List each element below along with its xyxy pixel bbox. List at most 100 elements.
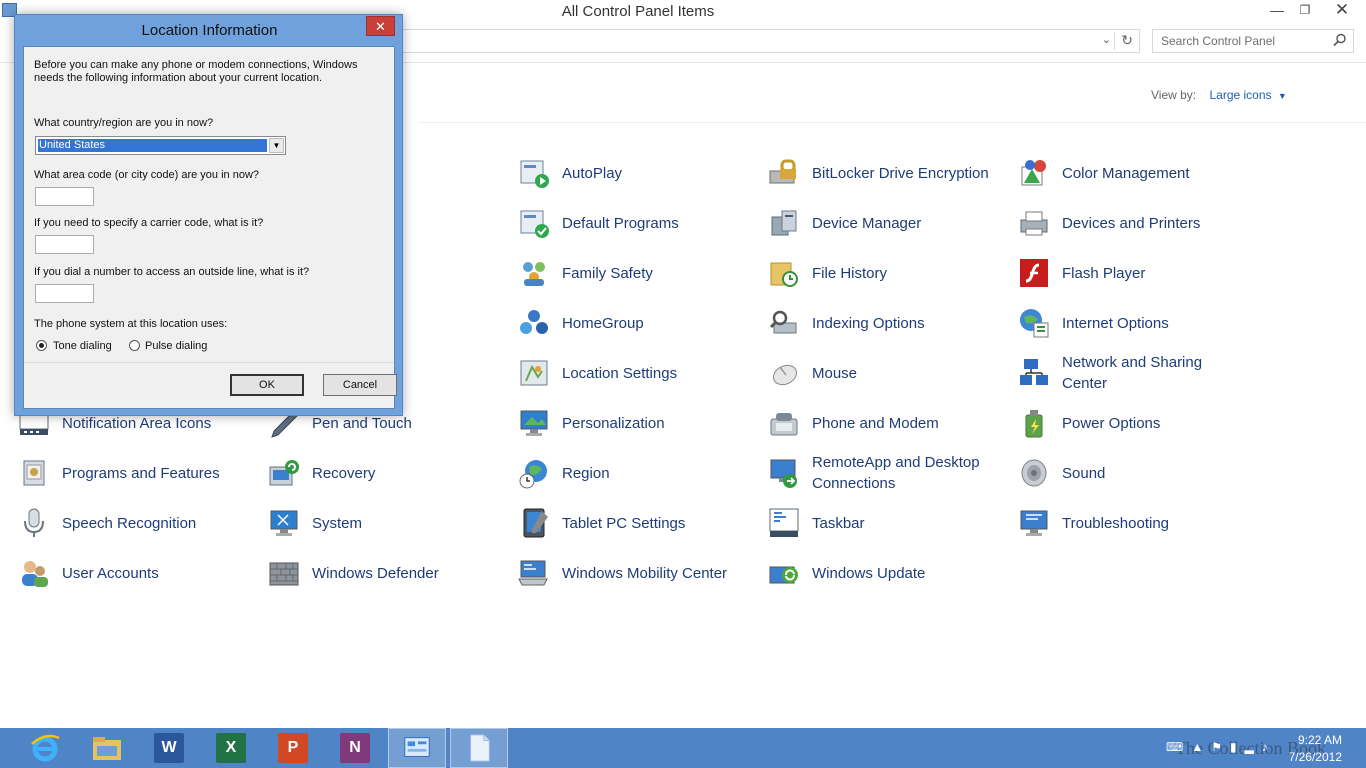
taskbar-file-explorer[interactable] [78,728,136,768]
control-panel-item-device-manager[interactable]: Device Manager [750,199,1000,247]
address-divider [1114,32,1115,50]
country-select[interactable]: United States ▼ [35,136,286,155]
item-label[interactable]: Network and Sharing Center [1062,352,1247,394]
control-panel-item-family-safety[interactable]: Family Safety [500,249,750,297]
pulse-dialing-radio[interactable] [129,340,140,351]
control-panel-item-mouse[interactable]: Mouse [750,349,1000,397]
item-label[interactable]: File History [812,263,997,284]
clock-time[interactable]: 9:22 AM [1298,733,1342,747]
item-label[interactable]: Indexing Options [812,313,997,334]
control-panel-item-tablet-pc-settings[interactable]: Tablet PC Settings [500,499,750,547]
item-label[interactable]: HomeGroup [562,313,747,334]
chevron-down-icon[interactable]: ⌄ [1102,33,1111,46]
close-button[interactable]: ✕ [1320,0,1364,22]
control-panel-item-recovery[interactable]: Recovery [250,449,500,497]
item-label[interactable]: Troubleshooting [1062,513,1247,534]
item-label[interactable]: AutoPlay [562,163,747,184]
control-panel-item-default-programs[interactable]: Default Programs [500,199,750,247]
item-label[interactable]: Sound [1062,463,1247,484]
control-panel-item-phone-and-modem[interactable]: Phone and Modem [750,399,1000,447]
taskbar-control-panel[interactable] [388,728,446,768]
item-label[interactable]: Personalization [562,413,747,434]
dialog-close-button[interactable]: ✕ [366,16,395,36]
pulse-dialing-label[interactable]: Pulse dialing [145,340,207,353]
taskbar-onenote[interactable]: N [326,728,384,768]
item-label[interactable]: Taskbar [812,513,997,534]
item-label[interactable]: Windows Update [812,563,997,584]
control-panel-item-location-settings[interactable]: Location Settings [500,349,750,397]
item-label[interactable]: User Accounts [62,563,247,584]
restore-button[interactable]: ❐ [1290,0,1320,22]
control-panel-item-autoplay[interactable]: AutoPlay [500,149,750,197]
control-panel-item-homegroup[interactable]: HomeGroup [500,299,750,347]
control-panel-item-sound[interactable]: Sound [1000,449,1250,497]
minimize-button[interactable]: — [1262,0,1292,22]
item-label[interactable]: BitLocker Drive Encryption [812,163,997,184]
control-panel-item-remoteapp-and-desktop-connections[interactable]: RemoteApp and Desktop Connections [750,449,1000,497]
view-by-dropdown[interactable]: Large icons [1209,88,1271,102]
item-label[interactable]: Region [562,463,747,484]
control-panel-item-color-management[interactable]: Color Management [1000,149,1250,197]
item-label[interactable]: Windows Defender [312,563,497,584]
clock-date[interactable]: 7/26/2012 [1289,750,1342,764]
item-label[interactable]: RemoteApp and Desktop Connections [812,452,997,494]
control-panel-item-programs-and-features[interactable]: Programs and Features [0,449,250,497]
taskbar-excel[interactable]: X [202,728,260,768]
tone-dialing-radio[interactable] [36,340,47,351]
control-panel-item-personalization[interactable]: Personalization [500,399,750,447]
control-panel-item-file-history[interactable]: File History [750,249,1000,297]
control-panel-item-user-accounts[interactable]: User Accounts [0,549,250,597]
control-panel-item-taskbar[interactable]: Taskbar [750,499,1000,547]
control-panel-item-speech-recognition[interactable]: Speech Recognition [0,499,250,547]
control-panel-item-windows-mobility-center[interactable]: Windows Mobility Center [500,549,750,597]
item-label[interactable]: Color Management [1062,163,1247,184]
control-panel-item-indexing-options[interactable]: Indexing Options [750,299,1000,347]
control-panel-item-internet-options[interactable]: Internet Options [1000,299,1250,347]
item-label[interactable]: Family Safety [562,263,747,284]
tone-dialing-label[interactable]: Tone dialing [53,340,112,353]
taskbar-document[interactable] [450,728,508,768]
control-panel-item-power-options[interactable]: Power Options [1000,399,1250,447]
dropdown-arrow-icon[interactable]: ▼ [269,138,284,153]
area-code-input[interactable] [35,187,94,206]
carrier-code-input[interactable] [35,235,94,254]
control-panel-item-windows-update[interactable]: Windows Update [750,549,1000,597]
item-label[interactable]: Device Manager [812,213,997,234]
item-label[interactable]: System [312,513,497,534]
control-panel-item-devices-and-printers[interactable]: Devices and Printers [1000,199,1250,247]
taskbar-powerpoint[interactable]: P [264,728,322,768]
item-label[interactable]: Recovery [312,463,497,484]
item-label[interactable]: Default Programs [562,213,747,234]
item-label[interactable]: Flash Player [1062,263,1247,284]
item-label[interactable]: Mouse [812,363,997,384]
control-panel-item-system[interactable]: System [250,499,500,547]
item-label[interactable]: Tablet PC Settings [562,513,747,534]
item-label[interactable]: Phone and Modem [812,413,997,434]
ok-button[interactable]: OK [230,374,304,396]
control-panel-item-region[interactable]: Region [500,449,750,497]
caret-down-icon[interactable]: ▼ [1278,91,1287,101]
taskbar-word[interactable]: W [140,728,198,768]
cancel-button[interactable]: Cancel [323,374,397,396]
taskbar-internet-explorer[interactable] [16,728,74,768]
control-panel-item-network-and-sharing-center[interactable]: Network and Sharing Center [1000,349,1250,397]
item-label[interactable]: Speech Recognition [62,513,247,534]
item-label[interactable]: Windows Mobility Center [562,563,747,584]
address-field[interactable]: ⌄ ↻ [400,29,1140,53]
item-label[interactable]: Devices and Printers [1062,213,1247,234]
search-icon[interactable] [1333,33,1347,47]
search-input[interactable] [1153,30,1323,52]
item-label[interactable]: Internet Options [1062,313,1247,334]
control-panel-item-troubleshooting[interactable]: Troubleshooting [1000,499,1250,547]
file-history-icon [768,257,800,289]
outside-line-input[interactable] [35,284,94,303]
refresh-icon[interactable]: ↻ [1121,32,1133,49]
control-panel-item-bitlocker-drive-encryption[interactable]: BitLocker Drive Encryption [750,149,1000,197]
item-label[interactable]: Location Settings [562,363,747,384]
tray-icons[interactable]: ⌨▲⚑▮▂♪ [1166,740,1276,754]
control-panel-item-windows-defender[interactable]: Windows Defender [250,549,500,597]
control-panel-item-flash-player[interactable]: Flash Player [1000,249,1250,297]
item-label[interactable]: Programs and Features [62,463,247,484]
user-accounts-icon [18,557,50,589]
item-label[interactable]: Power Options [1062,413,1247,434]
